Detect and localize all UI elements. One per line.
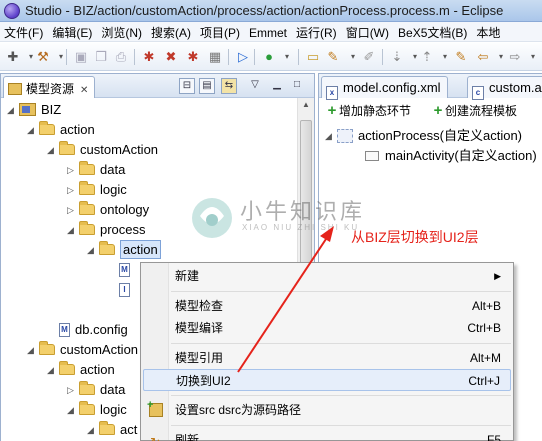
annotation-arrow [237, 226, 334, 373]
